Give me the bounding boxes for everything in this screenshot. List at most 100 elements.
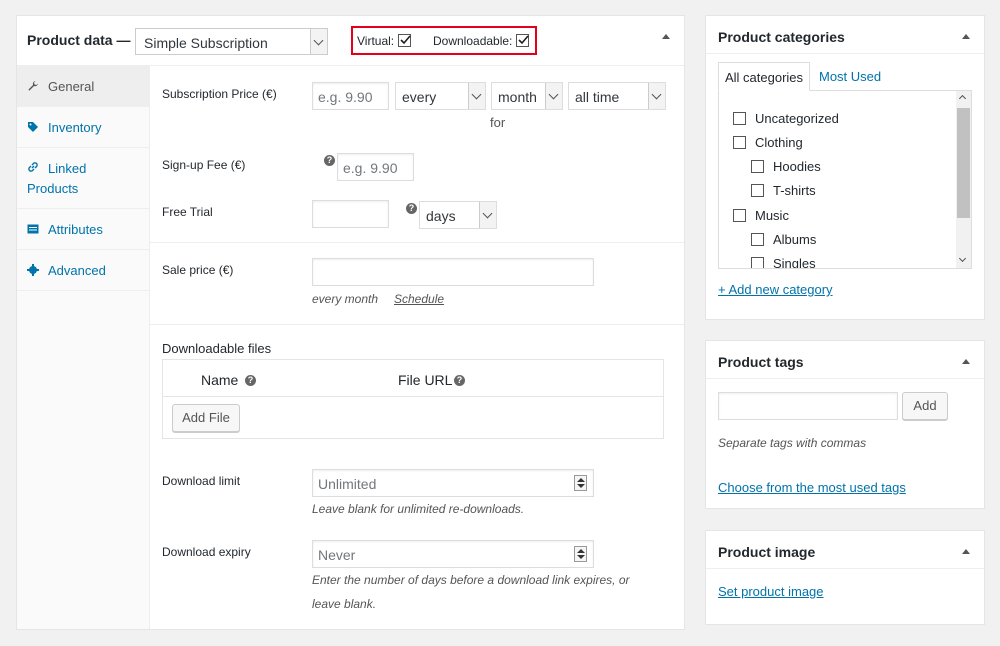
download-expiry-input[interactable]: Never	[312, 540, 594, 568]
category-label: Hoodies	[773, 159, 821, 174]
trial-period-value: days	[426, 208, 456, 224]
tag-input[interactable]	[718, 392, 898, 420]
category-checkbox[interactable]	[751, 233, 764, 246]
divider	[706, 568, 984, 569]
for-label: for	[490, 115, 506, 130]
tab-inventory[interactable]: Inventory	[17, 107, 149, 148]
wrench-icon	[28, 81, 38, 91]
help-icon[interactable]: ?	[406, 203, 417, 214]
help-icon[interactable]: ?	[324, 155, 335, 166]
downloadable-files-label: Downloadable files	[162, 341, 272, 356]
virtual-checkbox[interactable]	[398, 34, 411, 47]
download-limit-label: Download limit	[162, 474, 241, 488]
tags-hint: Separate tags with commas	[718, 436, 867, 450]
image-title: Product image	[718, 544, 816, 560]
category-label: T-shirts	[773, 183, 816, 198]
free-trial-input[interactable]	[312, 200, 389, 228]
category-checklist: Uncategorized Clothing Hoodies T-shirts …	[718, 90, 972, 269]
sale-price-label: Sale price (€)	[162, 263, 234, 277]
tab-label: Inventory	[48, 120, 102, 135]
category-checkbox[interactable]	[733, 112, 746, 125]
category-checkbox[interactable]	[751, 160, 764, 173]
free-trial-label: Free Trial	[162, 205, 213, 219]
billing-interval-value: every	[402, 89, 437, 105]
tab-linked-products[interactable]: Linked Products	[17, 148, 149, 209]
subscription-price-placeholder: e.g. 9.90	[318, 89, 373, 105]
signup-fee-input[interactable]: e.g. 9.90	[337, 153, 414, 181]
subscription-price-input[interactable]: e.g. 9.90	[312, 82, 389, 110]
sale-period-text: every month	[312, 292, 379, 306]
divider	[706, 378, 984, 379]
subscription-length-value: all time	[575, 89, 620, 105]
help-icon[interactable]: ?	[245, 375, 256, 386]
category-label: Albums	[773, 232, 817, 247]
scrollbar-thumb[interactable]	[957, 108, 970, 218]
checkmark-icon	[400, 35, 411, 45]
category-label: Singles	[773, 256, 816, 269]
subscription-price-label: Subscription Price (€)	[162, 87, 277, 101]
category-label: Clothing	[755, 135, 803, 150]
downloadable-label: Downloadable:	[433, 34, 513, 48]
billing-period-select[interactable]: month	[491, 82, 563, 110]
product-data-title: Product data —	[27, 32, 131, 48]
gear-icon	[27, 264, 39, 276]
table-divider	[163, 396, 663, 397]
download-limit-description: Leave blank for unlimited re-downloads.	[312, 502, 525, 516]
column-header-name: Name	[201, 372, 239, 388]
subscription-length-select[interactable]: all time	[568, 82, 666, 110]
add-tag-button[interactable]: Add	[902, 392, 948, 420]
add-new-category-link[interactable]: + Add new category	[718, 282, 833, 297]
chevron-down-icon	[310, 29, 327, 54]
category-checkbox[interactable]	[751, 257, 764, 268]
product-type-value: Simple Subscription	[144, 35, 268, 51]
download-expiry-label: Download expiry	[162, 545, 251, 559]
tab-general[interactable]: General	[17, 66, 149, 107]
chevron-up-icon[interactable]	[958, 94, 967, 103]
choose-most-used-tags-link[interactable]: Choose from the most used tags	[718, 480, 906, 495]
tab-all-categories[interactable]: All categories	[718, 62, 810, 91]
product-tags-box: Product tags Add Separate tags with comm…	[705, 340, 985, 509]
tab-label: All categories	[725, 70, 804, 85]
collapse-toggle-icon[interactable]	[662, 34, 670, 39]
list-icon	[27, 224, 39, 234]
trial-period-select[interactable]: days	[419, 201, 497, 229]
category-checkbox[interactable]	[733, 136, 746, 149]
set-product-image-link[interactable]: Set product image	[718, 584, 824, 599]
download-limit-input[interactable]: Unlimited	[312, 469, 594, 497]
tab-attributes[interactable]: Attributes	[17, 209, 149, 250]
checkmark-icon	[518, 35, 529, 45]
tab-most-used[interactable]: Most Used	[819, 69, 881, 84]
schedule-link[interactable]: Schedule	[394, 292, 444, 306]
tab-advanced[interactable]: Advanced	[17, 250, 149, 291]
divider	[150, 324, 684, 325]
collapse-toggle-icon[interactable]	[962, 549, 970, 554]
collapse-toggle-icon[interactable]	[962, 359, 970, 364]
signup-fee-label: Sign-up Fee (€)	[162, 158, 246, 172]
number-spinner-icon[interactable]	[574, 475, 587, 491]
help-icon[interactable]: ?	[454, 375, 465, 386]
product-image-box: Product image Set product image	[705, 530, 985, 625]
billing-interval-select[interactable]: every	[395, 82, 486, 110]
chevron-down-icon	[479, 202, 496, 228]
product-data-panel: Product data — Simple Subscription Virtu…	[16, 15, 685, 630]
chevron-down-icon[interactable]	[958, 254, 967, 263]
product-type-select[interactable]: Simple Subscription	[135, 28, 328, 55]
category-label: Uncategorized	[755, 111, 839, 126]
tab-label: General	[48, 79, 95, 94]
signup-fee-placeholder: e.g. 9.90	[343, 160, 398, 176]
downloadable-files-table: Name ? File URL ? Add File	[162, 359, 664, 439]
product-data-header: Product data — Simple Subscription Virtu…	[17, 16, 684, 66]
number-spinner-icon[interactable]	[574, 546, 587, 562]
tab-label: Attributes	[48, 222, 103, 237]
category-checkbox[interactable]	[733, 209, 746, 222]
add-file-button[interactable]: Add File	[172, 404, 240, 432]
sale-price-input[interactable]	[312, 258, 594, 286]
download-limit-placeholder: Unlimited	[318, 476, 377, 492]
downloadable-checkbox[interactable]	[516, 34, 529, 47]
category-checkbox[interactable]	[751, 184, 764, 197]
chevron-down-icon	[648, 83, 665, 109]
product-data-tabs: General Inventory Linked Products Attrib…	[17, 66, 150, 629]
collapse-toggle-icon[interactable]	[962, 34, 970, 39]
scrollbar[interactable]	[956, 91, 971, 268]
tab-label: Advanced	[48, 263, 106, 278]
